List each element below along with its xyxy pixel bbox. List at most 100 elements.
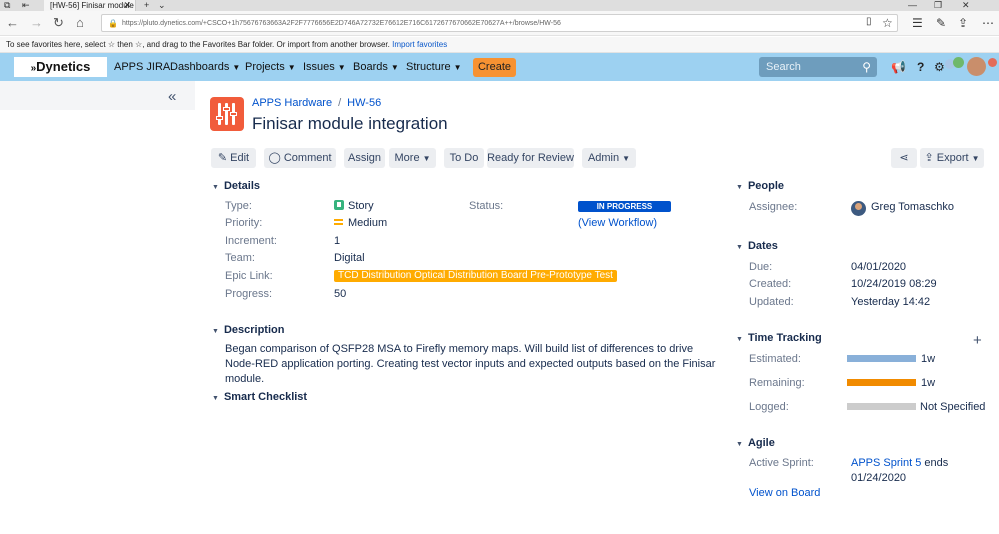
description-section-toggle[interactable]: ▼ Description [212, 324, 284, 336]
tab-title: [HW-56] Finisar module [50, 1, 134, 10]
notes-pen-icon[interactable]: ✎ [936, 16, 946, 30]
tab-close-icon[interactable]: ✕ [123, 0, 131, 11]
minimize-icon[interactable]: — [908, 0, 917, 10]
due-label: Due: [749, 261, 773, 273]
dates-section-toggle[interactable]: ▼ Dates [736, 240, 778, 252]
user-avatar[interactable] [967, 57, 986, 76]
more-dots-icon[interactable]: ⋯ [982, 16, 994, 30]
forward-icon[interactable]: → [30, 15, 43, 30]
admin-button[interactable]: Admin ▼ [582, 148, 636, 168]
tab-aside-icon[interactable]: ⇤ [22, 0, 30, 11]
url-text: https://pluto.dynetics.com/+CSCO+1h75676… [122, 20, 561, 27]
priority-label: Priority: [225, 217, 263, 229]
updated-label: Updated: [749, 296, 794, 308]
nav-boards[interactable]: Boards ▼ [353, 53, 399, 81]
breadcrumb-issue-link[interactable]: HW-56 [347, 97, 381, 109]
comment-button[interactable]: ◯ Comment [264, 148, 336, 168]
assignee-avatar [851, 201, 866, 216]
active-sprint-label: Active Sprint: [749, 457, 814, 469]
sprint-link[interactable]: APPS Sprint 5 [851, 457, 921, 469]
more-button[interactable]: More ▼ [389, 148, 436, 168]
favorite-star-icon[interactable]: ☆ [882, 16, 893, 30]
help-icon[interactable]: ? [917, 60, 924, 74]
slider-knob [216, 116, 223, 120]
close-window-icon[interactable]: ✕ [962, 0, 970, 11]
addon-icon[interactable] [953, 57, 964, 68]
breadcrumb: APPS Hardware / HW-56 [252, 97, 381, 109]
browser-tab-strip: ⧉ ⇤ [HW-56] Finisar module ✕ + ⌄ — ❐ ✕ [0, 0, 999, 11]
log-work-plus-icon[interactable]: + [973, 332, 982, 349]
new-tab-icon[interactable]: + [144, 0, 149, 10]
favorites-hub-icon[interactable]: ☰ [912, 16, 923, 30]
assign-button[interactable]: Assign [344, 148, 385, 168]
admin-label: Admin [587, 152, 620, 164]
people-section-toggle[interactable]: ▼ People [736, 180, 784, 192]
logged-bar [847, 403, 916, 410]
chevron-down-icon: ▼ [212, 328, 219, 335]
dynetics-logo[interactable]: »Dynetics [14, 57, 107, 77]
chevron-down-icon: ▼ [422, 154, 431, 163]
nav-dashboards-label: Dashboards [170, 61, 230, 73]
status-label: Status: [469, 200, 504, 212]
created-value: 10/24/2019 08:29 [851, 278, 937, 290]
chevron-down-icon: ▼ [453, 63, 462, 72]
sidebar [0, 81, 195, 534]
view-on-board-link[interactable]: View on Board [749, 487, 820, 499]
edit-button[interactable]: ✎ Edit [211, 148, 256, 168]
type-text: Story [348, 200, 374, 212]
home-icon[interactable]: ⌂ [76, 15, 84, 30]
dates-title: Dates [747, 240, 778, 252]
chevron-down-icon: ▼ [287, 63, 296, 72]
export-button[interactable]: ⇪ Export ▼ [920, 148, 984, 168]
remaining-bar [847, 379, 916, 386]
back-icon[interactable]: ← [6, 15, 19, 30]
tab-list-chevron-icon[interactable]: ⌄ [158, 0, 166, 11]
nav-apps-jira[interactable]: APPS JIRA [114, 53, 170, 81]
updated-value: Yesterday 14:42 [851, 296, 931, 308]
breadcrumb-project-link[interactable]: APPS Hardware [252, 97, 332, 109]
collapse-sidebar-icon[interactable]: « [168, 88, 176, 105]
nav-projects[interactable]: Projects ▼ [245, 53, 296, 81]
nav-dashboards[interactable]: Dashboards ▼ [170, 53, 240, 81]
smart-checklist-toggle[interactable]: ▼ Smart Checklist [212, 391, 307, 403]
view-workflow-link[interactable]: (View Workflow) [578, 217, 657, 229]
search-input[interactable]: Search ⚲ [759, 57, 877, 77]
import-favorites-link[interactable]: Import favorites [392, 40, 447, 49]
slider-knob [223, 107, 230, 111]
time-tracking-toggle[interactable]: ▼ Time Tracking [736, 332, 822, 344]
details-section-toggle[interactable]: ▼ Details [212, 180, 260, 192]
breadcrumb-separator: / [338, 97, 342, 109]
search-icon[interactable]: ⚲ [862, 57, 871, 77]
refresh-icon[interactable]: ↻ [53, 15, 64, 31]
nav-structure-label: Structure [406, 61, 451, 73]
browser-tab[interactable]: [HW-56] Finisar module ✕ [44, 0, 136, 11]
sprint-ends-text: ends [924, 457, 949, 469]
pencil-icon: ✎ [217, 152, 228, 164]
share-icon[interactable]: ⇪ [958, 16, 968, 30]
project-avatar[interactable] [210, 97, 244, 131]
addon-icon[interactable] [988, 58, 997, 67]
chevron-down-icon: ▼ [736, 184, 743, 191]
type-value: Story [334, 200, 374, 212]
smart-checklist-title: Smart Checklist [223, 391, 308, 403]
megaphone-icon[interactable]: 📢 [891, 60, 906, 74]
epic-link-badge[interactable]: TCD Distribution Optical Distribution Bo… [334, 270, 617, 282]
description-text[interactable]: Began comparison of QSFP28 MSA to Firefl… [225, 342, 725, 387]
nav-issues[interactable]: Issues ▼ [303, 53, 346, 81]
restore-icon[interactable]: ❐ [934, 0, 942, 11]
assignee-name[interactable]: Greg Tomaschko [871, 201, 954, 213]
agile-section-toggle[interactable]: ▼ Agile [736, 437, 775, 449]
tab-actions-icon[interactable]: ⧉ [4, 0, 10, 11]
team-label: Team: [225, 252, 255, 264]
url-input[interactable]: 🔒 https://pluto.dynetics.com/+CSCO+1h756… [101, 14, 898, 32]
reading-view-icon[interactable]: ▯ [866, 16, 872, 27]
team-value: Digital [334, 252, 365, 264]
ready-for-review-button[interactable]: Ready for Review [487, 148, 574, 168]
todo-button[interactable]: To Do [444, 148, 484, 168]
favorites-bar-text: To see favorites here, select ☆ then ☆, … [6, 40, 390, 49]
create-button[interactable]: Create [473, 58, 516, 77]
nav-structure[interactable]: Structure ▼ [406, 53, 462, 81]
time-tracking-title: Time Tracking [747, 332, 822, 344]
share-button[interactable]: ⋖ [891, 148, 917, 168]
gear-icon[interactable]: ⚙ [934, 60, 945, 74]
